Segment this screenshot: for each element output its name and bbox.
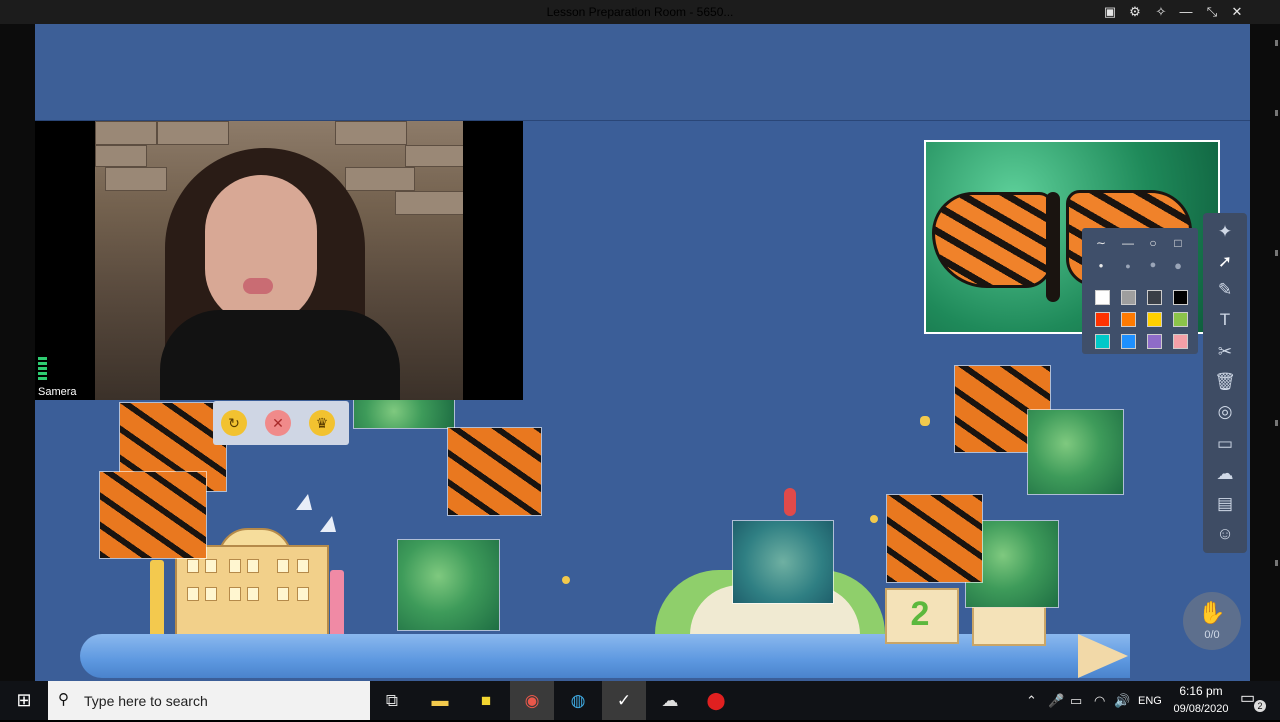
move-select-icon[interactable]: ➚ bbox=[1203, 249, 1247, 275]
file-explorer-icon[interactable]: ▬ bbox=[418, 681, 462, 720]
scroll-marker bbox=[1275, 110, 1278, 116]
pin-icon[interactable]: ✧ bbox=[1151, 2, 1171, 22]
color-swatch[interactable] bbox=[1095, 334, 1110, 349]
school-decoration bbox=[175, 545, 329, 639]
dot-decoration bbox=[920, 416, 930, 426]
puzzle-piece[interactable] bbox=[1028, 410, 1123, 494]
line-tool-icon[interactable]: — bbox=[1118, 236, 1138, 250]
microphone-icon[interactable]: 🎤 bbox=[1048, 681, 1064, 720]
puzzle-piece[interactable] bbox=[887, 495, 982, 582]
close-icon[interactable]: ✕ bbox=[1227, 2, 1247, 22]
users-icon[interactable]: ☺ bbox=[1203, 521, 1247, 547]
puzzle-piece[interactable] bbox=[398, 540, 499, 630]
search-placeholder: Type here to search bbox=[84, 693, 208, 709]
cube-number: 2 bbox=[910, 595, 930, 633]
puzzle-piece[interactable] bbox=[448, 428, 541, 515]
participant-name: Samera bbox=[38, 386, 77, 398]
hand-raise-button[interactable]: ✋ 0/0 bbox=[1183, 592, 1241, 650]
scroll-marker bbox=[1275, 560, 1278, 566]
gear-icon[interactable]: ⚙ bbox=[1125, 2, 1145, 22]
clock-date[interactable]: 09/08/2020 bbox=[1168, 703, 1234, 715]
paper-plane-decoration bbox=[296, 494, 312, 510]
size-small-icon[interactable]: ● bbox=[1091, 261, 1111, 270]
rotate-icon[interactable]: ↻ bbox=[221, 410, 247, 436]
size-xlarge-icon[interactable]: ● bbox=[1168, 258, 1188, 273]
minimize-icon[interactable]: — bbox=[1176, 2, 1196, 22]
curve-tool-icon[interactable]: ∼ bbox=[1091, 236, 1111, 250]
windows-start-icon[interactable]: ⊞ bbox=[0, 681, 48, 720]
classroom-app-icon[interactable]: ✓ bbox=[602, 681, 646, 720]
pencil-decoration bbox=[150, 560, 164, 640]
mic-level-indicator bbox=[38, 357, 47, 385]
audio-icon[interactable]: ◎ bbox=[1203, 399, 1247, 425]
clock-time[interactable]: 6:16 pm bbox=[1168, 684, 1234, 698]
puzzle-piece[interactable] bbox=[733, 521, 833, 603]
volume-icon[interactable]: 🔊 bbox=[1114, 681, 1130, 720]
task-view-icon[interactable]: ⧉ bbox=[370, 681, 414, 720]
rectangle-tool-icon[interactable]: □ bbox=[1168, 236, 1188, 250]
input-language[interactable]: ENG bbox=[1138, 681, 1162, 720]
color-swatch[interactable] bbox=[1147, 334, 1162, 349]
right-margin bbox=[1250, 24, 1280, 681]
pen-icon[interactable]: ✎ bbox=[1203, 277, 1247, 303]
cloud-app-icon[interactable]: ☁ bbox=[648, 681, 692, 720]
drawing-palette: ∼ — ○ □ ● ● ● ● bbox=[1082, 228, 1198, 354]
browser-icon[interactable]: ◍ bbox=[556, 681, 600, 720]
left-margin bbox=[0, 24, 35, 681]
person-face bbox=[205, 175, 317, 325]
color-swatch[interactable] bbox=[1121, 334, 1136, 349]
puzzle-piece[interactable] bbox=[100, 472, 206, 558]
chrome-icon[interactable]: ◉ bbox=[510, 681, 554, 720]
size-large-icon[interactable]: ● bbox=[1143, 259, 1163, 271]
scroll-marker bbox=[1275, 420, 1278, 426]
mute-mic-icon[interactable]: ✕ bbox=[265, 410, 291, 436]
laser-pointer-icon[interactable]: ✦ bbox=[1203, 219, 1247, 245]
whiteboard-toolbar: ✦ ➚ ✎ T ✂ 🗑 ◎ ▭ ☁ ▤ ☺ bbox=[1203, 213, 1247, 553]
pencil-tip-decoration bbox=[1078, 634, 1128, 678]
cube-decoration bbox=[972, 606, 1046, 646]
scissors-icon[interactable]: ✂ bbox=[1203, 339, 1247, 365]
dot-decoration bbox=[562, 576, 570, 584]
hand-raise-count: 0/0 bbox=[1204, 629, 1220, 641]
toolbox-icon[interactable]: ▤ bbox=[1203, 491, 1247, 517]
size-medium-icon[interactable]: ● bbox=[1118, 261, 1138, 271]
color-swatch[interactable] bbox=[1121, 290, 1136, 305]
person-mouth bbox=[243, 278, 273, 294]
color-swatch[interactable] bbox=[1121, 312, 1136, 327]
cloud-icon[interactable]: ☁ bbox=[1203, 461, 1247, 487]
screen-share-icon[interactable]: ▣ bbox=[1100, 2, 1120, 22]
video-controls: ↻ ✕ ♛ bbox=[213, 401, 349, 445]
notification-count: 2 bbox=[1254, 700, 1266, 712]
color-swatch[interactable] bbox=[1173, 312, 1188, 327]
color-swatch[interactable] bbox=[1147, 290, 1162, 305]
battery-icon[interactable]: ▭ bbox=[1070, 681, 1082, 720]
search-icon: ⚲ bbox=[58, 691, 69, 708]
color-swatch[interactable] bbox=[1095, 290, 1110, 305]
hand-icon: ✋ bbox=[1198, 600, 1226, 625]
scroll-marker bbox=[1275, 250, 1278, 256]
restore-icon[interactable]: ⤡ bbox=[1202, 2, 1222, 22]
paper-plane-decoration bbox=[320, 516, 336, 532]
trash-icon[interactable]: 🗑 bbox=[1203, 369, 1247, 395]
color-swatch[interactable] bbox=[1095, 312, 1110, 327]
window-title: Lesson Preparation Room - 5650... bbox=[546, 5, 734, 19]
puzzle-piece[interactable] bbox=[354, 400, 454, 428]
sticky-notes-icon[interactable]: ■ bbox=[464, 681, 508, 720]
wifi-icon[interactable]: ◠ bbox=[1094, 681, 1105, 720]
person-body bbox=[160, 310, 400, 400]
color-swatch[interactable] bbox=[1147, 312, 1162, 327]
courseware-top-strip bbox=[35, 24, 1250, 121]
record-icon[interactable]: ⬤ bbox=[694, 681, 738, 720]
circle-tool-icon[interactable]: ○ bbox=[1143, 236, 1163, 250]
color-swatch[interactable] bbox=[1173, 290, 1188, 305]
scroll-marker bbox=[1275, 40, 1278, 46]
balloon-decoration bbox=[784, 488, 796, 516]
color-swatch[interactable] bbox=[1173, 334, 1188, 349]
chevron-up-icon[interactable]: ⌃ bbox=[1026, 681, 1037, 720]
trophy-icon[interactable]: ♛ bbox=[309, 410, 335, 436]
chat-icon[interactable]: ▭ bbox=[1203, 431, 1247, 457]
text-tool-icon[interactable]: T bbox=[1203, 307, 1247, 333]
dot-decoration bbox=[870, 515, 878, 523]
